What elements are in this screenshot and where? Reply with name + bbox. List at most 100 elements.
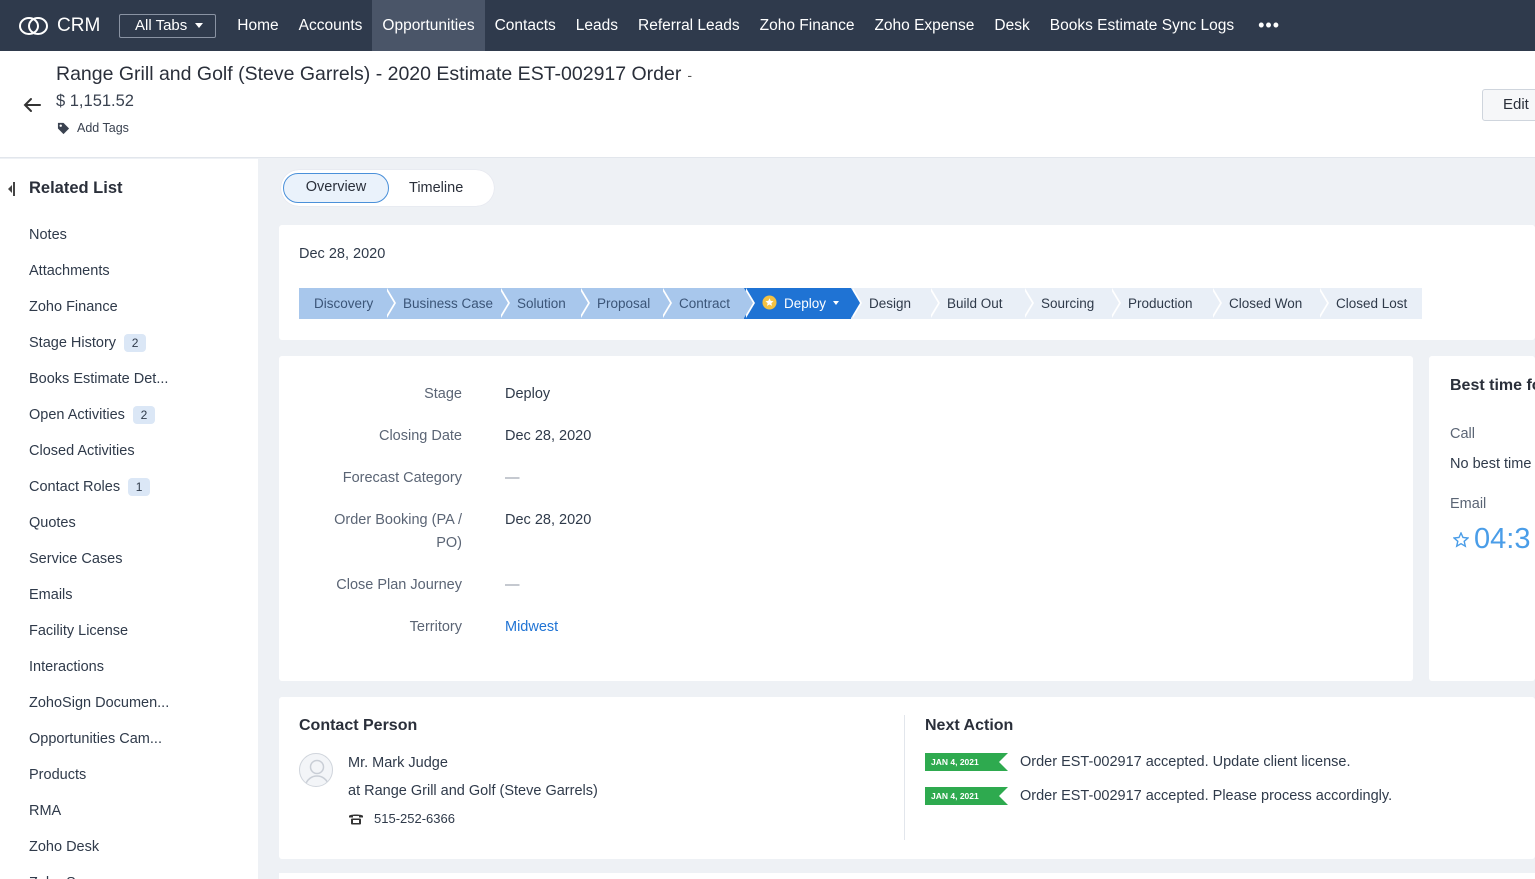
contact-phone[interactable]: 515-252-6366 bbox=[348, 811, 455, 826]
nav-tab-leads[interactable]: Leads bbox=[566, 0, 628, 51]
tag-icon bbox=[57, 122, 70, 134]
stage-business-case[interactable]: Business Case bbox=[385, 288, 510, 319]
add-tags-link[interactable]: Add Tags bbox=[57, 121, 129, 135]
contact-name[interactable]: Mr. Mark Judge bbox=[348, 755, 448, 771]
sidebar-item-stage-history[interactable]: Stage History 2 bbox=[29, 325, 169, 361]
stage-closed-won[interactable]: Closed Won bbox=[1211, 288, 1329, 319]
nav-tab-home[interactable]: Home bbox=[227, 0, 288, 51]
sidebar-item-books-estimate-det[interactable]: Books Estimate Det... bbox=[29, 361, 169, 397]
tab-timeline[interactable]: Timeline bbox=[409, 173, 463, 203]
tab-overview[interactable]: Overview bbox=[283, 173, 389, 203]
stage-proposal[interactable]: Proposal bbox=[579, 288, 672, 319]
back-arrow-icon[interactable] bbox=[20, 93, 44, 117]
sidebar-item-rma[interactable]: RMA bbox=[29, 793, 169, 829]
collapse-sidebar-icon[interactable] bbox=[8, 181, 15, 196]
stage-build-out[interactable]: Build Out bbox=[929, 288, 1034, 319]
sidebar-item-notes[interactable]: Notes bbox=[29, 217, 169, 253]
user-avatar-icon bbox=[304, 759, 330, 786]
stage-discovery[interactable]: Discovery bbox=[299, 288, 396, 319]
count-badge: 1 bbox=[128, 478, 151, 496]
crm-logo[interactable]: CRM bbox=[18, 15, 119, 37]
field-label: Close Plan Journey bbox=[336, 577, 462, 593]
sidebar-item-closed-activities[interactable]: Closed Activities bbox=[29, 433, 169, 469]
contact-next-action-card: Contact Person Mr. Mark Judge at Range G… bbox=[279, 697, 1535, 859]
contact-phone-number: 515-252-6366 bbox=[374, 811, 455, 826]
field-value: Dec 28, 2020 bbox=[505, 428, 592, 444]
stage-arrow bbox=[1211, 288, 1220, 318]
best-time-email-value: 04:3 bbox=[1453, 523, 1530, 556]
sidebar-item-facility-license[interactable]: Facility License bbox=[29, 613, 169, 649]
sidebar-item-open-activities[interactable]: Open Activities 2 bbox=[29, 397, 169, 433]
stage-solution[interactable]: Solution bbox=[499, 288, 590, 319]
record-title: Range Grill and Golf (Steve Garrels) - 2… bbox=[56, 63, 692, 86]
more-tabs-icon[interactable]: ••• bbox=[1258, 0, 1280, 51]
sidebar-item-quotes[interactable]: Quotes bbox=[29, 505, 169, 541]
nav-tab-books-estimate-sync-logs[interactable]: Books Estimate Sync Logs bbox=[1040, 0, 1244, 51]
nav-tab-desk[interactable]: Desk bbox=[984, 0, 1039, 51]
sidebar-item-zohosign-documen[interactable]: ZohoSign Documen... bbox=[29, 685, 169, 721]
best-time-call-value: No best time bbox=[1450, 456, 1532, 472]
sidebar-item-opportunities-cam[interactable]: Opportunities Cam... bbox=[29, 721, 169, 757]
field-value[interactable]: Midwest bbox=[505, 616, 558, 639]
stage-design[interactable]: Design bbox=[851, 288, 940, 319]
stage-contract[interactable]: Contract bbox=[661, 288, 755, 319]
record-title-suffix: - bbox=[687, 67, 693, 83]
edit-button[interactable]: Edit bbox=[1482, 89, 1535, 121]
next-action-item[interactable]: JAN 4, 2021 Order EST-002917 accepted. Up… bbox=[925, 753, 1350, 771]
stage-arrow bbox=[661, 288, 670, 318]
next-card-edge bbox=[279, 873, 1535, 879]
sidebar-item-interactions[interactable]: Interactions bbox=[29, 649, 169, 685]
stage-label: Closed Lost bbox=[1336, 296, 1408, 311]
stage-arrow bbox=[1023, 288, 1032, 318]
stage-production[interactable]: Production bbox=[1110, 288, 1222, 319]
stage-label: Proposal bbox=[597, 296, 651, 311]
sidebar-item-attachments[interactable]: Attachments bbox=[29, 253, 169, 289]
stage-deploy[interactable]: Deploy bbox=[744, 288, 862, 319]
stage-progress-bar: Discovery Business Case Solution Proposal Co… bbox=[299, 288, 1422, 319]
stage-arrow bbox=[744, 288, 753, 318]
field-value: — bbox=[505, 470, 520, 486]
stage-sourcing[interactable]: Sourcing bbox=[1023, 288, 1121, 319]
sidebar-item-label: Zoho Desk bbox=[29, 839, 100, 855]
next-action-item[interactable]: JAN 4, 2021 Order EST-002917 accepted. Pl… bbox=[925, 787, 1392, 805]
sidebar-item-zoho-desk[interactable]: Zoho Desk bbox=[29, 829, 169, 865]
stage-label: Deploy bbox=[784, 296, 827, 311]
date-flag: JAN 4, 2021 bbox=[925, 753, 1008, 771]
stage-closed-lost[interactable]: Closed Lost bbox=[1318, 288, 1422, 319]
stage-arrow bbox=[499, 288, 508, 318]
sidebar-item-label: Zoho Finance bbox=[29, 299, 118, 315]
stage-label: Contract bbox=[679, 296, 731, 311]
date-flag: JAN 4, 2021 bbox=[925, 787, 1008, 805]
sidebar-item-service-cases[interactable]: Service Cases bbox=[29, 541, 169, 577]
nav-tab-referral-leads[interactable]: Referral Leads bbox=[628, 0, 750, 51]
stage-label: Production bbox=[1128, 296, 1193, 311]
nav-tab-zoho-expense[interactable]: Zoho Expense bbox=[864, 0, 984, 51]
best-time-call-label: Call bbox=[1450, 426, 1475, 442]
sidebar-item-label: Zoho Survey bbox=[29, 875, 111, 879]
record-header: Range Grill and Golf (Steve Garrels) - 2… bbox=[0, 51, 1535, 158]
sidebar-item-emails[interactable]: Emails bbox=[29, 577, 169, 613]
view-toggle: Overview Timeline bbox=[281, 170, 494, 206]
all-tabs-dropdown[interactable]: All Tabs bbox=[119, 13, 217, 38]
sidebar-item-contact-roles[interactable]: Contact Roles 1 bbox=[29, 469, 169, 505]
field-value: — bbox=[505, 577, 520, 593]
sidebar-item-label: Opportunities Cam... bbox=[29, 731, 162, 747]
sidebar-item-zoho-survey[interactable]: Zoho Survey bbox=[29, 865, 169, 879]
count-badge: 2 bbox=[124, 334, 147, 352]
best-time-email-time: 04:3 bbox=[1474, 523, 1531, 555]
nav-tab-accounts[interactable]: Accounts bbox=[289, 0, 373, 51]
contact-person-title: Contact Person bbox=[299, 717, 418, 734]
related-list-title: Related List bbox=[29, 179, 123, 197]
sidebar-item-zoho-finance[interactable]: Zoho Finance bbox=[29, 289, 169, 325]
stage-arrow bbox=[929, 288, 938, 318]
record-amount: $ 1,151.52 bbox=[56, 92, 134, 110]
sidebar-item-label: Books Estimate Det... bbox=[29, 371, 169, 387]
sidebar-item-products[interactable]: Products bbox=[29, 757, 169, 793]
best-time-email-label: Email bbox=[1450, 496, 1487, 512]
divider bbox=[904, 715, 905, 840]
nav-tab-zoho-finance[interactable]: Zoho Finance bbox=[750, 0, 865, 51]
nav-tab-opportunities[interactable]: Opportunities bbox=[372, 0, 485, 51]
nav-tab-contacts[interactable]: Contacts bbox=[485, 0, 566, 51]
best-time-card: Best time fo Call No best time Email 04:… bbox=[1429, 356, 1535, 681]
module-tabs: Home Accounts Opportunities Contacts Leads Re… bbox=[227, 0, 1244, 51]
